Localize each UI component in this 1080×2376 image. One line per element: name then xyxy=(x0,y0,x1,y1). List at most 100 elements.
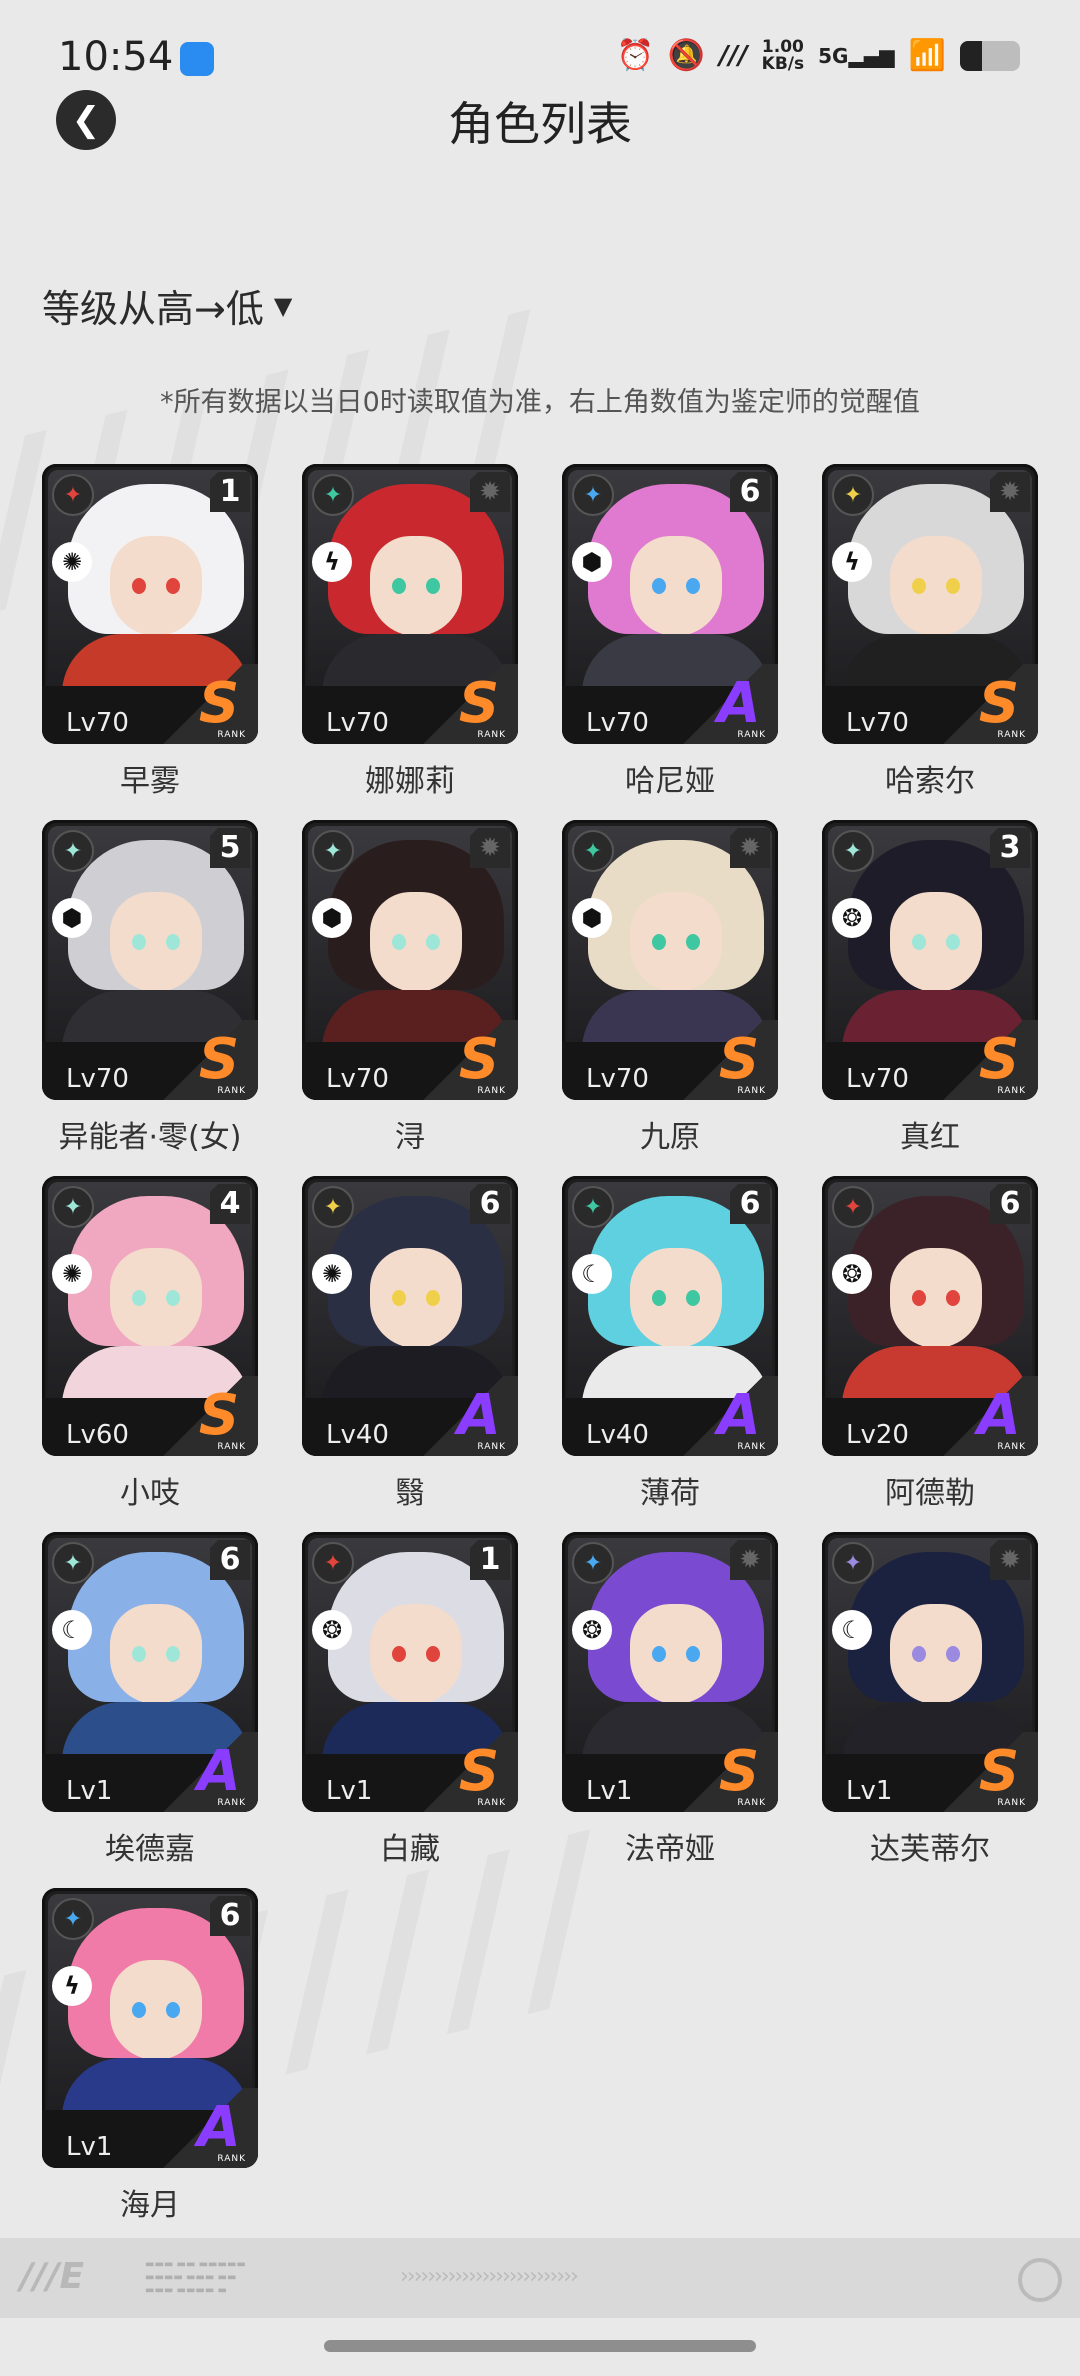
character-card[interactable]: ✦ ❂ 3 Lv70 S RANK 真红 xyxy=(822,820,1038,1155)
awakening-badge: ✹ xyxy=(730,1540,770,1580)
character-level: Lv70 xyxy=(586,1064,649,1094)
character-name: 翳 xyxy=(395,1476,425,1511)
character-name: 法帝娅 xyxy=(625,1832,715,1867)
character-level: Lv70 xyxy=(326,708,389,738)
character-card[interactable]: ✦ ϟ ✹ Lv70 S RANK 娜娜莉 xyxy=(302,464,518,799)
character-name: 白藏 xyxy=(380,1832,440,1867)
attribute-icon: ✦ xyxy=(832,1186,874,1228)
rank-caption: RANK xyxy=(997,1086,1026,1096)
attribute-icon: ✦ xyxy=(832,1542,874,1584)
cube-role-icon: ⬢ xyxy=(572,542,612,582)
awakening-badge: ✹ xyxy=(990,472,1030,512)
awakening-badge: 6 xyxy=(990,1184,1030,1224)
rank-caption: RANK xyxy=(737,1798,766,1808)
awakening-badge: ✹ xyxy=(990,1540,1030,1580)
gear-role-icon: ❂ xyxy=(832,898,872,938)
attribute-icon: ✦ xyxy=(572,474,614,516)
character-name: 真红 xyxy=(900,1120,960,1155)
battery-icon xyxy=(960,40,1020,71)
character-name: 薄荷 xyxy=(640,1476,700,1511)
moon-role-icon: ☾ xyxy=(52,1610,92,1650)
character-level: Lv70 xyxy=(846,708,909,738)
character-card-frame: ✦ ✺ 6 Lv40 A RANK xyxy=(302,1176,518,1456)
character-card-frame: ✦ ϟ ✹ Lv70 S RANK xyxy=(302,464,518,744)
character-card[interactable]: ✦ ☾ 6 Lv1 A RANK 埃德嘉 xyxy=(42,1532,258,1867)
footer-mark-icon xyxy=(1018,2258,1062,2302)
spiral-role-icon: ✺ xyxy=(52,1254,92,1294)
attribute-icon: ✦ xyxy=(312,830,354,872)
character-card-frame: ✦ ❂ ✹ Lv1 S RANK xyxy=(562,1532,778,1812)
rank-caption: RANK xyxy=(217,730,246,740)
footer-fine-print: ▬▬▬ ▬▬ ▬▬▬▬▬ ▬▬▬▬ ▬▬▬ ▬▬ ▬▬▬ ▬▬▬▬ ▬ xyxy=(145,2259,246,2296)
rank-caption: RANK xyxy=(737,730,766,740)
character-card-frame: ✦ ϟ ✹ Lv70 S RANK xyxy=(822,464,1038,744)
character-card[interactable]: ✦ ϟ 6 Lv1 A RANK 海月 xyxy=(42,1888,258,2223)
character-name: 达芙蒂尔 xyxy=(870,1832,990,1867)
character-level: Lv1 xyxy=(326,1776,373,1806)
rank-caption: RANK xyxy=(737,1442,766,1452)
attribute-icon: ✦ xyxy=(572,1186,614,1228)
sort-label: 等级从高→低 xyxy=(42,287,264,331)
character-level: Lv20 xyxy=(846,1420,909,1450)
caret-down-icon: ▼ xyxy=(273,291,293,320)
footer-banner: ///E ▬▬▬ ▬▬ ▬▬▬▬▬ ▬▬▬▬ ▬▬▬ ▬▬ ▬▬▬ ▬▬▬▬ ▬ ›… xyxy=(0,2238,1080,2318)
character-card-frame: ✦ ☾ 6 Lv40 A RANK xyxy=(562,1176,778,1456)
awakening-badge: ✹ xyxy=(470,828,510,868)
character-card-frame: ✦ ❂ 6 Lv20 A RANK xyxy=(822,1176,1038,1456)
signal-icon: 5G▂▄▆ xyxy=(818,43,895,68)
character-card[interactable]: ✦ ❂ 1 Lv1 S RANK 白藏 xyxy=(302,1532,518,1867)
data-note: *所有数据以当日0时读取值为准，右上角数值为鉴定师的觉醒值 xyxy=(160,387,920,418)
character-card[interactable]: ✦ ✺ 4 Lv60 S RANK 小吱 xyxy=(42,1176,258,1511)
character-card[interactable]: ✦ ⬢ ✹ Lv70 S RANK 浔 xyxy=(302,820,518,1155)
character-card[interactable]: ✦ ❂ ✹ Lv1 S RANK 法帝娅 xyxy=(562,1532,778,1867)
attribute-icon: ✦ xyxy=(312,1542,354,1584)
character-card[interactable]: ✦ ⬢ 5 Lv70 S RANK 异能者·零(女) xyxy=(42,820,258,1155)
attribute-icon: ✦ xyxy=(832,474,874,516)
character-card-frame: ✦ ☾ ✹ Lv1 S RANK xyxy=(822,1532,1038,1812)
character-card[interactable]: ✦ ⬢ ✹ Lv70 S RANK 九原 xyxy=(562,820,778,1155)
character-name: 海月 xyxy=(120,2188,180,2223)
rank-caption: RANK xyxy=(997,1798,1026,1808)
home-indicator[interactable] xyxy=(324,2340,756,2352)
character-card[interactable]: ✦ ⬢ 6 Lv70 A RANK 哈尼娅 xyxy=(562,464,778,799)
attribute-icon: ✦ xyxy=(572,830,614,872)
character-name: 浔 xyxy=(395,1120,425,1155)
awakening-badge: ✹ xyxy=(470,472,510,512)
attribute-icon: ✦ xyxy=(312,1186,354,1228)
character-card[interactable]: ✦ ☾ ✹ Lv1 S RANK 达芙蒂尔 xyxy=(822,1532,1038,1867)
character-name: 哈尼娅 xyxy=(625,764,715,799)
attribute-icon: ✦ xyxy=(52,830,94,872)
rank-caption: RANK xyxy=(217,1442,246,1452)
gear-role-icon: ❂ xyxy=(832,1254,872,1294)
awakening-badge: 3 xyxy=(990,828,1030,868)
moon-role-icon: ☾ xyxy=(572,1254,612,1294)
gear-role-icon: ❂ xyxy=(312,1610,352,1650)
character-name: 异能者·零(女) xyxy=(58,1120,242,1155)
rank-caption: RANK xyxy=(217,1798,246,1808)
character-name: 九原 xyxy=(640,1120,700,1155)
bolt-role-icon: ϟ xyxy=(312,542,352,582)
awakening-badge: ✹ xyxy=(730,828,770,868)
moon-role-icon: ☾ xyxy=(832,1610,872,1650)
character-card-frame: ✦ ✺ 4 Lv60 S RANK xyxy=(42,1176,258,1456)
character-name: 小吱 xyxy=(120,1476,180,1511)
awakening-badge: 6 xyxy=(210,1540,250,1580)
character-card[interactable]: ✦ ϟ ✹ Lv70 S RANK 哈索尔 xyxy=(822,464,1038,799)
character-card[interactable]: ✦ ❂ 6 Lv20 A RANK 阿德勒 xyxy=(822,1176,1038,1511)
character-level: Lv40 xyxy=(326,1420,389,1450)
character-card-frame: ✦ ⬢ ✹ Lv70 S RANK xyxy=(302,820,518,1100)
character-level: Lv70 xyxy=(846,1064,909,1094)
sort-dropdown[interactable]: 等级从高→低 ▼ xyxy=(42,278,292,333)
network-speed-value: 1.00 xyxy=(761,36,804,57)
character-card[interactable]: ✦ ☾ 6 Lv40 A RANK 薄荷 xyxy=(562,1176,778,1511)
awakening-badge: 6 xyxy=(470,1184,510,1224)
character-card-frame: ✦ ϟ 6 Lv1 A RANK xyxy=(42,1888,258,2168)
awakening-badge: 6 xyxy=(210,1896,250,1936)
rank-caption: RANK xyxy=(217,2154,246,2164)
cube-role-icon: ⬢ xyxy=(572,898,612,938)
rank-caption: RANK xyxy=(477,1798,506,1808)
character-card[interactable]: ✦ ✺ 6 Lv40 A RANK 翳 xyxy=(302,1176,518,1511)
bolt-role-icon: ϟ xyxy=(832,542,872,582)
attribute-icon: ✦ xyxy=(312,474,354,516)
character-card[interactable]: ✦ ✺ 1 Lv70 S RANK 早雾 xyxy=(42,464,258,799)
